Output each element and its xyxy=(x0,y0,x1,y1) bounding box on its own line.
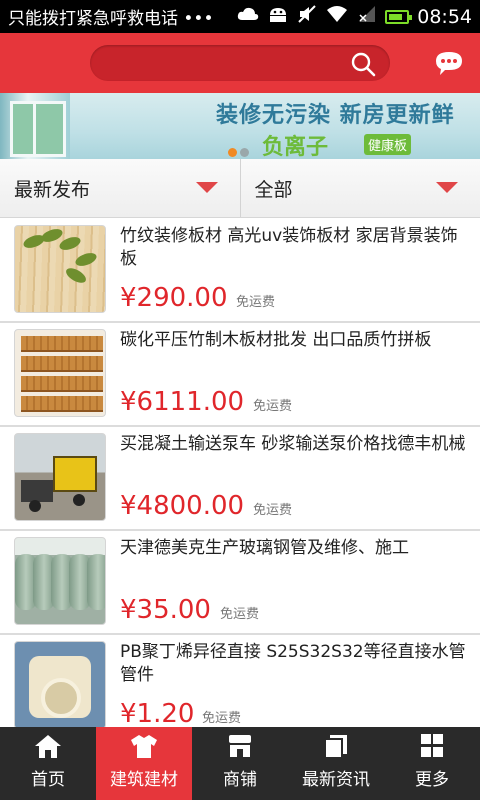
nav-item-news[interactable]: 最新资讯 xyxy=(288,727,384,800)
shipping-label: 免运费 xyxy=(253,399,293,414)
category-dropdown-label: 全部 xyxy=(254,178,293,201)
status-icons xyxy=(237,4,413,29)
sort-dropdown[interactable]: 最新发布 xyxy=(0,159,240,217)
product-list: 竹纹装修板材 高光uv装饰板材 家居背景装饰板 ¥290.00 免运费 碳化平压… xyxy=(0,219,480,727)
status-bar: 只能拨打紧急呼救电话 ••• 08:54 xyxy=(0,0,480,33)
nav-item-home[interactable]: 首页 xyxy=(0,727,96,800)
store-icon xyxy=(229,735,251,757)
shirt-icon xyxy=(131,735,157,758)
nav-item-label: 最新资讯 xyxy=(302,770,370,790)
home-icon xyxy=(35,735,61,758)
product-thumbnail xyxy=(14,641,106,727)
chat-bubble-icon[interactable] xyxy=(434,50,464,76)
product-price: ¥35.00 xyxy=(120,595,211,625)
banner-subtitle: 健康板 xyxy=(364,134,412,155)
app-screen: 只能拨打紧急呼救电话 ••• 08:54 装修无污染 新房更新鲜 负离子 健康板… xyxy=(0,0,480,800)
banner-pagination xyxy=(228,142,258,157)
battery-icon xyxy=(385,9,413,24)
nav-item-label: 商铺 xyxy=(223,770,257,790)
list-item[interactable]: 天津德美克生产玻璃钢管及维修、施工 ¥35.00 免运费 xyxy=(0,531,480,635)
bottom-nav: 首页 建筑建材 商铺 最新资讯 更多 xyxy=(0,727,480,800)
shipping-label: 免运费 xyxy=(253,503,293,518)
nav-item-label: 更多 xyxy=(415,770,449,790)
signal-icon xyxy=(357,5,377,28)
product-thumbnail xyxy=(14,329,106,417)
news-icon xyxy=(324,735,347,759)
nav-item-label: 建筑建材 xyxy=(110,770,178,790)
shipping-label: 免运费 xyxy=(220,607,260,622)
product-price: ¥6111.00 xyxy=(120,387,245,417)
sort-dropdown-label: 最新发布 xyxy=(14,178,91,201)
list-item[interactable]: PB聚丁烯异径直接 S25S32S32等径直接水管管件 ¥1.20 免运费 xyxy=(0,635,480,727)
search-input[interactable] xyxy=(106,45,336,81)
cloud-icon xyxy=(237,6,259,27)
chevron-down-icon xyxy=(436,182,458,193)
nav-item-label: 首页 xyxy=(31,770,65,790)
banner-brand: 负离子 xyxy=(262,135,329,159)
android-icon xyxy=(267,5,289,28)
nav-item-more[interactable]: 更多 xyxy=(384,727,480,800)
banner-window-image xyxy=(0,93,70,159)
chevron-down-icon xyxy=(195,182,218,193)
pagination-dot[interactable] xyxy=(240,148,249,157)
carrier-text: 只能拨打紧急呼救电话 ••• xyxy=(8,9,214,29)
product-price: ¥4800.00 xyxy=(120,491,245,521)
shipping-label: 免运费 xyxy=(236,295,276,310)
product-title: 天津德美克生产玻璃钢管及维修、施工 xyxy=(120,538,409,558)
product-price: ¥1.20 xyxy=(120,699,195,727)
product-thumbnail xyxy=(14,433,106,521)
list-item[interactable]: 买混凝土输送泵车 砂浆输送泵价格找德丰机械 ¥4800.00 免运费 xyxy=(0,427,480,531)
nav-item-stores[interactable]: 商铺 xyxy=(192,727,288,800)
product-price: ¥290.00 xyxy=(120,283,228,313)
top-header xyxy=(0,33,480,93)
category-dropdown[interactable]: 全部 xyxy=(239,159,480,217)
product-title: 竹纹装修板材 高光uv装饰板材 家居背景装饰板 xyxy=(120,226,458,269)
product-title: 买混凝土输送泵车 砂浆输送泵价格找德丰机械 xyxy=(120,434,466,454)
pagination-dot-active[interactable] xyxy=(228,148,237,157)
grid-icon xyxy=(421,734,443,757)
search-box[interactable] xyxy=(90,45,390,81)
product-thumbnail xyxy=(14,537,106,625)
list-item[interactable]: 碳化平压竹制木板材批发 出口品质竹拼板 ¥6111.00 免运费 xyxy=(0,323,480,427)
product-title: 碳化平压竹制木板材批发 出口品质竹拼板 xyxy=(120,330,432,350)
banner-headline: 装修无污染 新房更新鲜 xyxy=(216,103,455,128)
shipping-label: 免运费 xyxy=(202,711,242,726)
list-item[interactable]: 竹纹装修板材 高光uv装饰板材 家居背景装饰板 ¥290.00 免运费 xyxy=(0,219,480,323)
product-thumbnail xyxy=(14,225,106,313)
search-icon[interactable] xyxy=(350,51,376,77)
nav-item-building-materials[interactable]: 建筑建材 xyxy=(96,727,192,800)
filter-bar: 最新发布 全部 xyxy=(0,159,480,218)
mute-icon xyxy=(297,4,317,29)
wifi-icon xyxy=(325,5,349,28)
clock: 08:54 xyxy=(417,5,472,28)
product-title: PB聚丁烯异径直接 S25S32S32等径直接水管管件 xyxy=(120,642,466,685)
